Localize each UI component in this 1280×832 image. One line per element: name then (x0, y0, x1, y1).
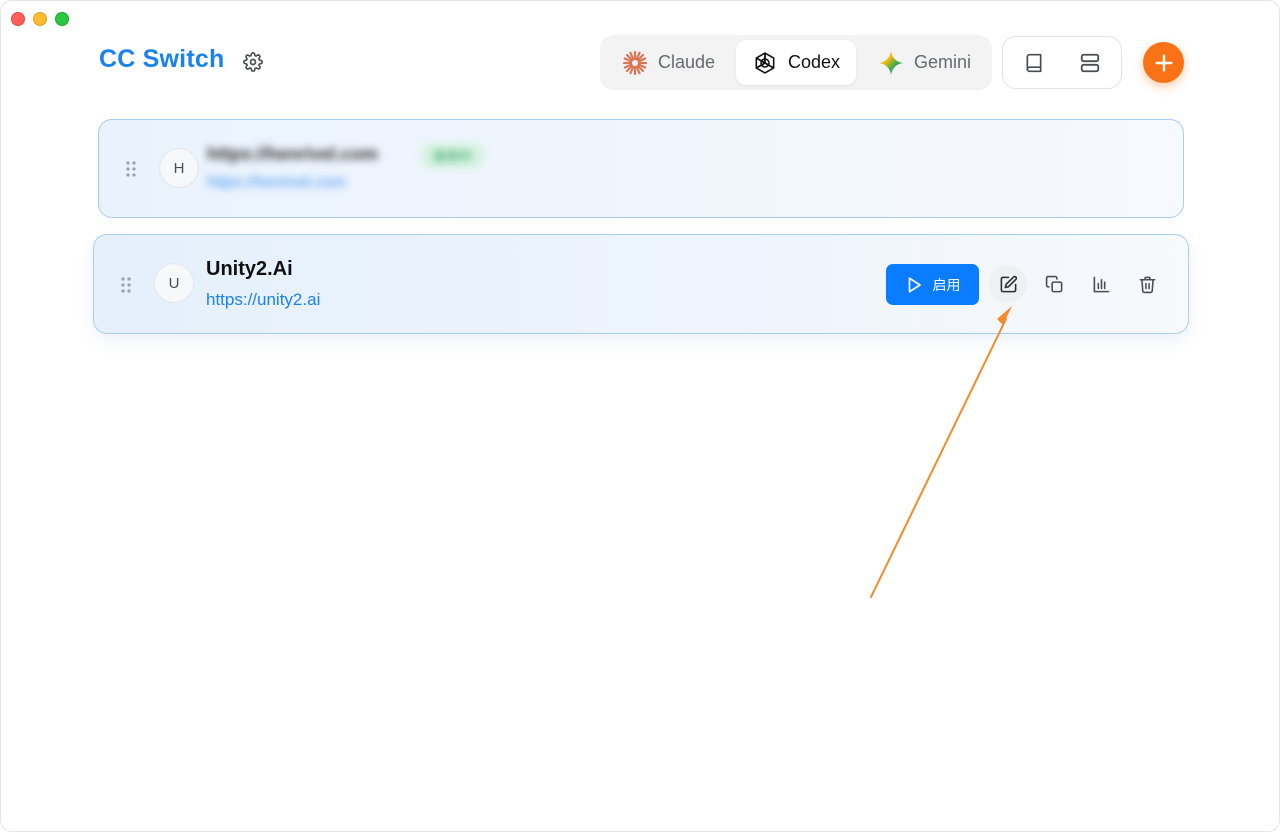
provider-url[interactable]: https://henrivel.com (207, 174, 346, 192)
provider-url[interactable]: https://unity2.ai (206, 290, 320, 310)
tab-claude[interactable]: Claude (606, 40, 734, 85)
provider-name: Unity2.Ai (206, 258, 293, 280)
view-toggle-group (1002, 36, 1122, 89)
usage-stats-button[interactable] (1082, 265, 1120, 303)
app-title: CC Switch (99, 45, 225, 73)
enable-button-label: 启用 (932, 276, 961, 293)
provider-card[interactable]: U Unity2.Ai https://unity2.ai 启用 (93, 234, 1189, 334)
plus-icon (1154, 53, 1173, 72)
add-provider-button[interactable] (1143, 42, 1184, 83)
window-controls (11, 12, 69, 26)
minimize-window-button[interactable] (33, 12, 47, 26)
tab-gemini[interactable]: Gemini (862, 40, 988, 85)
delete-button[interactable] (1128, 265, 1166, 303)
openai-icon (755, 51, 775, 74)
enable-button[interactable]: 启用 (886, 264, 979, 305)
settings-button[interactable] (239, 48, 267, 76)
tab-codex[interactable]: Codex (736, 40, 856, 85)
provider-name: https://henrivel.com (207, 144, 379, 164)
bar-chart-icon (1093, 276, 1109, 292)
provider-card[interactable]: H https://henrivel.com 使用中 https://henri… (98, 119, 1184, 218)
avatar: U (154, 263, 194, 303)
edit-button[interactable] (989, 265, 1027, 303)
maximize-window-button[interactable] (55, 12, 69, 26)
gear-icon (243, 52, 263, 72)
close-window-button[interactable] (11, 12, 25, 26)
status-badge: 使用中 (421, 143, 485, 168)
duplicate-button[interactable] (1035, 265, 1073, 303)
gemini-icon (879, 50, 903, 75)
tab-gemini-label: Gemini (914, 52, 972, 72)
app-window: CC Switch Claude Codex Gemini H https://… (0, 0, 1280, 832)
drag-handle-icon[interactable] (120, 276, 132, 294)
mcp-servers-button[interactable] (1075, 49, 1105, 77)
prompts-button[interactable] (1019, 49, 1049, 77)
copy-icon (1045, 275, 1062, 292)
play-icon (908, 276, 921, 293)
claude-icon (622, 50, 648, 75)
app-tabs: Claude Codex Gemini (600, 35, 992, 90)
edit-icon (1000, 275, 1017, 292)
trash-icon (1139, 276, 1155, 293)
tab-codex-label: Codex (787, 52, 840, 72)
server-icon (1080, 53, 1100, 73)
avatar: H (159, 148, 199, 188)
book-icon (1026, 53, 1042, 73)
drag-handle-icon[interactable] (125, 160, 137, 178)
tab-claude-label: Claude (658, 52, 716, 72)
